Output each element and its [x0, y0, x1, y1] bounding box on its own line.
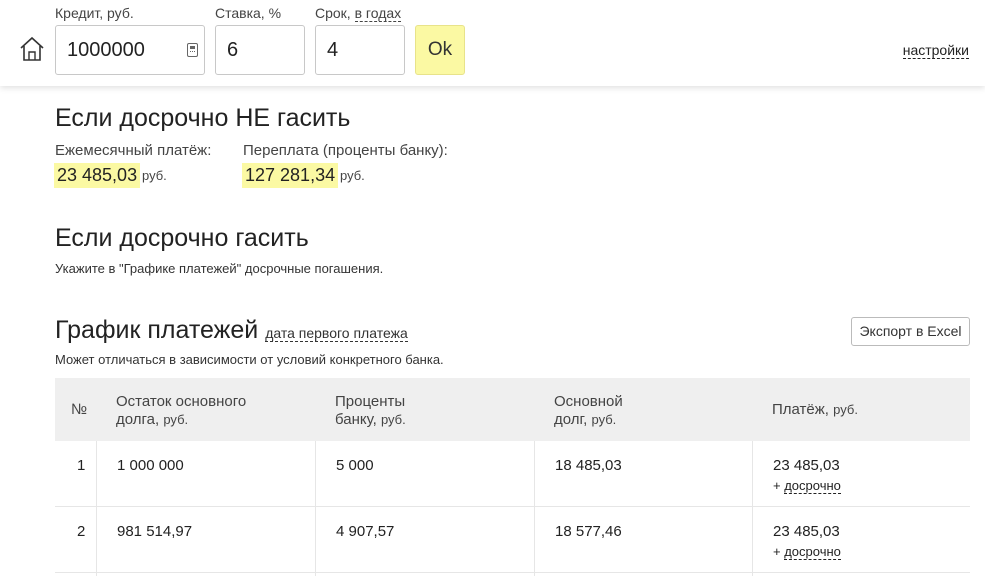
table-header: № Остаток основного долга, руб. Проценты…: [55, 378, 970, 441]
row-interest: 5 000: [336, 457, 374, 474]
early-hint: Укажите в "Графике платежей" досрочные п…: [55, 261, 384, 276]
row-principal: 18 577,46: [555, 523, 622, 540]
col-interest-line1: Проценты: [335, 393, 406, 410]
col-principal-header: Основной долг, руб.: [554, 393, 623, 429]
term-label: Срок, в годах: [315, 5, 402, 22]
term-unit-link[interactable]: в годах: [354, 5, 402, 22]
col-principal-line2: долг,: [554, 411, 588, 428]
payment-cell: 23 485,03 + досрочно: [752, 507, 970, 573]
schedule-note: Может отличаться в зависимости от услови…: [55, 352, 444, 367]
overpay-unit: руб.: [340, 168, 365, 183]
col-principal-unit: руб.: [591, 412, 617, 427]
export-excel-button[interactable]: Экспорт в Excel: [851, 317, 970, 346]
early-link-text[interactable]: досрочно: [784, 544, 841, 560]
early-link-text[interactable]: досрочно: [784, 478, 841, 494]
term-label-text: Срок,: [315, 5, 351, 21]
term-input[interactable]: 4: [315, 25, 405, 75]
col-principal-line1: Основной: [554, 393, 623, 410]
row-num: 1: [77, 457, 86, 474]
col-payment-header: Платёж, руб.: [772, 401, 858, 419]
ok-button[interactable]: Ok: [415, 25, 465, 75]
row-balance: 981 514,97: [117, 523, 193, 540]
overpay-label: Переплата (проценты банку):: [243, 142, 448, 159]
early-repay-link[interactable]: + досрочно: [773, 544, 841, 560]
row-payment: 23 485,03: [773, 457, 840, 474]
interest-cell: 5 000: [315, 441, 534, 507]
principal-cell: 18 577,46: [534, 507, 752, 573]
col-interest-unit: руб.: [380, 412, 406, 427]
early-plus: +: [773, 478, 781, 493]
col-interest-line2: банку,: [335, 411, 377, 428]
balance-cell: 1 000 000: [96, 441, 315, 507]
monthly-label: Ежемесячный платёж:: [55, 142, 212, 159]
early-plus: +: [773, 544, 781, 559]
credit-input[interactable]: 1000000: [55, 25, 205, 75]
credit-value: 1000000: [67, 39, 145, 61]
monthly-unit: руб.: [142, 168, 167, 183]
rate-input[interactable]: 6: [215, 25, 305, 75]
payment-schedule-table: № Остаток основного долга, руб. Проценты…: [55, 378, 970, 576]
calculator-icon[interactable]: [187, 43, 198, 57]
early-repay-link[interactable]: + досрочно: [773, 478, 841, 494]
schedule-title-text: График платежей: [55, 316, 259, 344]
term-value: 4: [327, 39, 339, 61]
no-early-title: Если досрочно НЕ гасить: [55, 104, 351, 132]
col-payment-unit: руб.: [833, 402, 858, 417]
top-bar: Кредит, руб. 1000000 Ставка, % 6 Срок, в…: [0, 0, 985, 86]
col-interest-header: Проценты банку, руб.: [335, 393, 406, 429]
credit-label: Кредит, руб.: [55, 5, 134, 21]
principal-cell: 18 485,03: [534, 441, 752, 507]
interest-cell: 4 907,57: [315, 507, 534, 573]
col-balance-line1: Остаток основного: [116, 393, 247, 410]
table-row: 1 1 000 000 5 000 18 485,03 23 485,03 + …: [55, 441, 970, 507]
settings-link[interactable]: настройки: [902, 42, 969, 59]
col-num-header: №: [71, 401, 88, 418]
row-payment: 23 485,03: [773, 523, 840, 540]
row-balance: 1 000 000: [117, 457, 184, 474]
rate-value: 6: [227, 39, 239, 61]
first-date-link[interactable]: дата первого платежа: [265, 325, 408, 342]
row-principal: 18 485,03: [555, 457, 622, 474]
table-row: 2 981 514,97 4 907,57 18 577,46 23 485,0…: [55, 507, 970, 573]
col-balance-header: Остаток основного долга, руб.: [116, 393, 246, 429]
row-num: 2: [77, 523, 86, 540]
col-balance-line2: долга,: [116, 411, 160, 428]
col-balance-unit: руб.: [163, 412, 189, 427]
home-icon[interactable]: [19, 36, 45, 62]
monthly-value: 23 485,03: [54, 163, 141, 188]
balance-cell: 981 514,97: [96, 507, 315, 573]
overpay-value: 127 281,34: [242, 163, 339, 188]
rate-label: Ставка, %: [215, 5, 282, 21]
schedule-title: График платежей дата первого платежа: [55, 316, 408, 345]
payment-cell: 23 485,03 + досрочно: [752, 441, 970, 507]
col-payment-label: Платёж,: [772, 401, 829, 418]
row-interest: 4 907,57: [336, 523, 395, 540]
early-title: Если досрочно гасить: [55, 224, 309, 252]
